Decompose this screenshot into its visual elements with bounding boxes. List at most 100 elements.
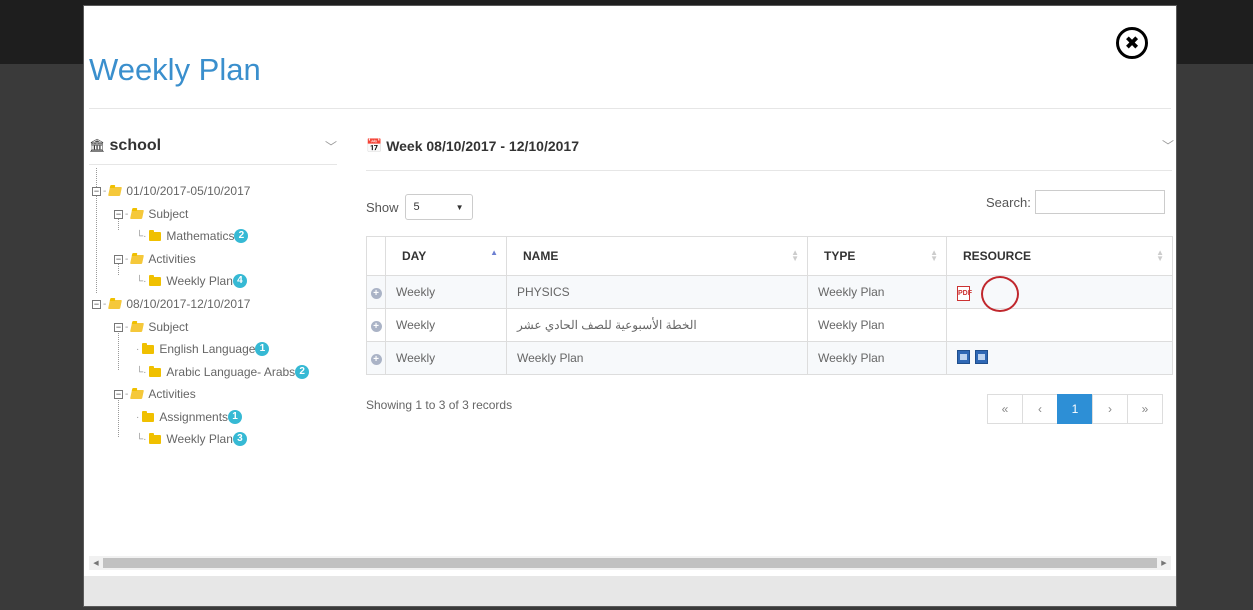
expand-cell[interactable]: +	[366, 341, 386, 375]
title-divider	[89, 108, 1171, 109]
tree-connector: ·	[136, 343, 140, 355]
tree-node-subject[interactable]: − - Subject	[114, 320, 188, 334]
count-badge: 1	[255, 342, 270, 356]
highlight-annotation	[981, 276, 1019, 312]
tree-node-week-2[interactable]: − - 08/10/2017-12/10/2017	[92, 297, 250, 311]
week-panel-header[interactable]: 📅 Week 08/10/2017 - 12/10/2017 ﹀	[366, 137, 1174, 154]
search-input[interactable]	[1034, 190, 1165, 214]
folder-open-icon	[108, 186, 123, 196]
folder-open-icon	[130, 389, 145, 399]
horizontal-scrollbar[interactable]: ◀ ▶	[89, 556, 1171, 570]
page-button-current[interactable]: 1	[1057, 394, 1093, 424]
tree-node-label: English Language	[159, 342, 256, 356]
tree-connector: └·	[136, 433, 147, 445]
collapse-icon[interactable]: −	[114, 389, 123, 399]
tree-node-label: 01/10/2017-05/10/2017	[126, 184, 251, 198]
prev-page-button[interactable]: ‹	[1022, 394, 1058, 424]
tree-node-label: Activities	[148, 252, 196, 266]
folder-icon	[142, 410, 155, 422]
pdf-icon[interactable]: PDF	[957, 285, 972, 301]
pagination: « ‹ 1 › »	[987, 394, 1163, 424]
tree-node-english-language[interactable]: · English Language 1	[136, 342, 270, 356]
folder-open-icon	[108, 299, 123, 309]
chevron-down-icon[interactable]: ﹀	[325, 138, 337, 155]
scroll-left-icon[interactable]: ◀	[89, 559, 103, 567]
tree-node-label: Arabic Language- Arabs	[166, 365, 296, 379]
folder-open-icon	[130, 322, 145, 332]
tree-node-mathematics[interactable]: └· Mathematics 2	[136, 229, 249, 243]
collapse-icon[interactable]: −	[114, 254, 123, 264]
tree-connector: ·	[136, 411, 140, 423]
count-badge: 3	[232, 432, 247, 446]
next-page-button[interactable]: ›	[1092, 394, 1128, 424]
collapse-icon[interactable]: −	[92, 186, 101, 196]
folder-icon	[142, 342, 155, 354]
search-control: Search:	[986, 190, 1165, 214]
tree-connector: └·	[136, 366, 147, 378]
expand-plus-icon[interactable]: +	[370, 288, 382, 299]
page-size-value: 5	[413, 201, 420, 213]
collapse-icon[interactable]: −	[114, 209, 123, 219]
tree-node-subject[interactable]: − - Subject	[114, 207, 188, 221]
tree-node-weekly-plan[interactable]: └· Weekly Plan 3	[136, 432, 247, 446]
sort-icon: ▲ ▼	[930, 248, 938, 263]
folder-icon	[149, 365, 162, 377]
close-button[interactable]: ✖	[1116, 27, 1148, 59]
tree-node-activities[interactable]: − - Activities	[114, 252, 196, 266]
table-header-row: DAY ▲ NAME ▲ ▼ TYPE ▲ ▼ RESOURCE ▲ ▼	[366, 236, 1173, 276]
table-row: + Weekly PHYSICS Weekly Plan PDF	[366, 275, 1173, 309]
left-divider	[89, 164, 337, 165]
column-header-day[interactable]: DAY ▲	[385, 236, 507, 276]
expand-cell[interactable]: +	[366, 308, 386, 342]
expand-cell[interactable]: +	[366, 275, 386, 309]
tree-node-label: 08/10/2017-12/10/2017	[126, 297, 251, 311]
last-page-button[interactable]: »	[1127, 394, 1163, 424]
right-divider	[366, 170, 1172, 171]
page-size-control: Show 5 ▼	[366, 194, 473, 220]
modal-footer	[84, 576, 1176, 606]
scrollbar-thumb[interactable]	[103, 558, 1157, 568]
tree-node-label: Subject	[148, 320, 189, 334]
expand-plus-icon[interactable]: +	[370, 321, 382, 332]
collapse-icon[interactable]: −	[114, 322, 123, 332]
sort-icon: ▲ ▼	[1156, 248, 1164, 263]
tree-node-arabic-language[interactable]: └· Arabic Language- Arabs 2	[136, 365, 310, 379]
chevron-down-icon[interactable]: ﹀	[1162, 137, 1174, 154]
tree-node-label: Weekly Plan	[166, 274, 233, 288]
word-doc-icon[interactable]	[975, 349, 988, 364]
tree-node-label: Subject	[148, 207, 189, 221]
scroll-right-icon[interactable]: ▶	[1157, 559, 1171, 567]
count-badge: 1	[228, 410, 243, 424]
column-header-resource[interactable]: RESOURCE ▲ ▼	[946, 236, 1173, 276]
expand-plus-icon[interactable]: +	[370, 354, 382, 365]
tree-node-activities[interactable]: − - Activities	[114, 387, 196, 401]
weekly-plan-table: DAY ▲ NAME ▲ ▼ TYPE ▲ ▼ RESOURCE ▲ ▼ + Weekly P…	[366, 236, 1173, 375]
tree-node-label: Activities	[148, 387, 196, 401]
tree-node-week-1[interactable]: − - 01/10/2017-05/10/2017	[92, 184, 250, 198]
weekly-plan-modal: ✖ Weekly Plan 🏛 school ﹀ − -01/10/2017-05…	[84, 6, 1176, 606]
tree-node-assignments[interactable]: · Assignments 1	[136, 410, 243, 424]
column-header-type[interactable]: TYPE ▲ ▼	[807, 236, 947, 276]
first-page-button[interactable]: «	[987, 394, 1023, 424]
type-cell: Weekly Plan	[807, 275, 947, 309]
day-cell: Weekly	[385, 341, 507, 375]
column-header-name[interactable]: NAME ▲ ▼	[506, 236, 808, 276]
page-size-select[interactable]: 5 ▼	[404, 194, 473, 220]
show-label: Show	[366, 199, 399, 215]
column-header-label: RESOURCE	[963, 249, 1032, 263]
name-cell: PHYSICS	[506, 275, 808, 309]
tree-node-weekly-plan[interactable]: └· Weekly Plan 4	[136, 274, 247, 288]
type-cell: Weekly Plan	[807, 341, 947, 375]
sort-icon: ▲ ▼	[791, 248, 799, 263]
table-row: + Weekly Weekly Plan Weekly Plan	[366, 341, 1173, 375]
type-cell: Weekly Plan	[807, 308, 947, 342]
calendar-icon: 📅	[366, 137, 383, 153]
tree-node-label: Assignments	[159, 410, 229, 424]
word-doc-icon[interactable]	[957, 349, 970, 364]
expand-column-header	[366, 236, 386, 276]
school-panel-header[interactable]: 🏛 school ﹀	[89, 137, 337, 155]
count-badge: 4	[232, 274, 247, 288]
tree-connector: └·	[136, 275, 147, 287]
collapse-icon[interactable]: −	[92, 299, 101, 309]
column-header-label: TYPE	[824, 249, 856, 263]
